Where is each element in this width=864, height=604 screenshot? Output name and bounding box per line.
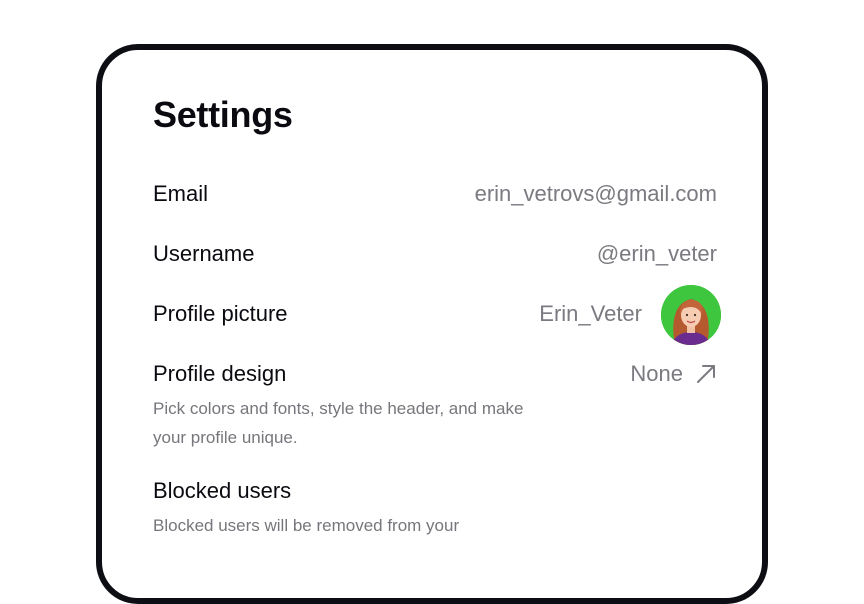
- profile-design-label: Profile design: [153, 361, 287, 386]
- profile-picture-name: Erin_Veter: [539, 301, 642, 326]
- email-value: erin_vetrovs@gmail.com: [474, 181, 717, 206]
- profile-design-row[interactable]: Profile design None Pick colors and font…: [153, 354, 717, 447]
- avatar[interactable]: [661, 285, 721, 345]
- profile-picture-label: Profile picture: [153, 301, 288, 326]
- arrow-up-right-icon: [697, 365, 715, 383]
- email-row[interactable]: Email erin_vetrovs@gmail.com: [153, 174, 717, 214]
- page-title: Settings: [153, 94, 293, 135]
- blocked-users-description: Blocked users will be removed from your: [153, 516, 460, 535]
- profile-design-value-group[interactable]: None: [630, 354, 717, 394]
- profile-picture-row[interactable]: Profile picture Erin_Veter: [153, 285, 721, 345]
- profile-design-value: None: [630, 361, 683, 386]
- settings-card: Settings Email erin_vetrovs@gmail.com Us…: [96, 44, 768, 604]
- email-label: Email: [153, 181, 209, 206]
- profile-design-description: Pick colors and fonts, style the header,…: [153, 399, 524, 447]
- avatar-image: [661, 285, 721, 345]
- blocked-users-label: Blocked users: [153, 478, 292, 503]
- blocked-users-row[interactable]: Blocked users Blocked users will be remo…: [153, 471, 717, 535]
- username-row[interactable]: Username @erin_veter: [153, 234, 717, 274]
- username-label: Username: [153, 241, 255, 266]
- username-value: @erin_veter: [596, 241, 717, 266]
